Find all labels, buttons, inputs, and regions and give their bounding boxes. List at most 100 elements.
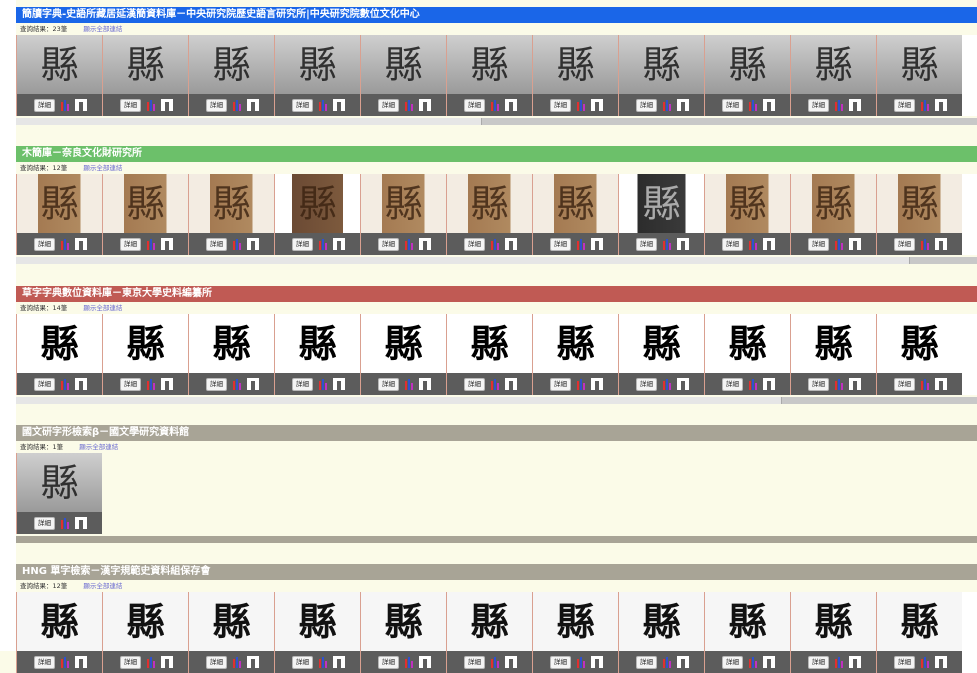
- color-bar-icon[interactable]: [749, 238, 757, 250]
- detail-button[interactable]: 詳細: [292, 237, 313, 251]
- detail-button[interactable]: 詳細: [464, 237, 485, 251]
- color-bar-icon[interactable]: [147, 378, 155, 390]
- detail-button[interactable]: 詳細: [206, 98, 227, 112]
- color-bar-icon[interactable]: [405, 656, 413, 668]
- result-tile[interactable]: 縣詳細: [274, 592, 360, 673]
- result-tile[interactable]: 縣詳細: [102, 314, 188, 395]
- result-tile[interactable]: 縣詳細: [876, 35, 962, 116]
- iiif-viewer-icon[interactable]: [935, 238, 947, 250]
- glyph-thumbnail[interactable]: 縣: [275, 592, 360, 651]
- detail-button[interactable]: 詳細: [722, 655, 743, 669]
- color-bar-icon[interactable]: [577, 656, 585, 668]
- iiif-viewer-icon[interactable]: [333, 238, 345, 250]
- color-bar-icon[interactable]: [921, 378, 929, 390]
- glyph-thumbnail[interactable]: 縣: [361, 35, 446, 94]
- glyph-thumbnail[interactable]: 縣: [189, 314, 274, 373]
- iiif-viewer-icon[interactable]: [161, 99, 173, 111]
- result-tile[interactable]: 縣詳細: [446, 592, 532, 673]
- iiif-viewer-icon[interactable]: [763, 378, 775, 390]
- glyph-thumbnail[interactable]: 縣: [189, 174, 274, 233]
- detail-button[interactable]: 詳細: [206, 237, 227, 251]
- detail-button[interactable]: 詳細: [550, 655, 571, 669]
- glyph-thumbnail[interactable]: 縣: [447, 35, 532, 94]
- detail-button[interactable]: 詳細: [120, 98, 141, 112]
- color-bar-icon[interactable]: [663, 378, 671, 390]
- glyph-thumbnail[interactable]: 縣: [705, 35, 790, 94]
- show-all-link[interactable]: 顯示全部連結: [83, 164, 122, 172]
- iiif-viewer-icon[interactable]: [247, 99, 259, 111]
- detail-button[interactable]: 詳細: [894, 655, 915, 669]
- result-tile[interactable]: 縣詳細: [16, 592, 102, 673]
- iiif-viewer-icon[interactable]: [75, 517, 87, 529]
- detail-button[interactable]: 詳細: [206, 655, 227, 669]
- glyph-thumbnail[interactable]: 縣: [877, 314, 962, 373]
- iiif-viewer-icon[interactable]: [677, 99, 689, 111]
- iiif-viewer-icon[interactable]: [505, 378, 517, 390]
- detail-button[interactable]: 詳細: [722, 98, 743, 112]
- color-bar-icon[interactable]: [835, 99, 843, 111]
- detail-button[interactable]: 詳細: [120, 377, 141, 391]
- color-bar-icon[interactable]: [577, 99, 585, 111]
- glyph-thumbnail[interactable]: 縣: [533, 592, 618, 651]
- result-tile[interactable]: 縣詳細: [188, 174, 274, 255]
- detail-button[interactable]: 詳細: [808, 655, 829, 669]
- glyph-thumbnail[interactable]: 縣: [17, 174, 102, 233]
- color-bar-icon[interactable]: [61, 238, 69, 250]
- result-tile[interactable]: 縣詳細: [876, 174, 962, 255]
- result-tile[interactable]: 縣詳細: [618, 174, 704, 255]
- color-bar-icon[interactable]: [319, 99, 327, 111]
- iiif-viewer-icon[interactable]: [677, 378, 689, 390]
- color-bar-icon[interactable]: [577, 238, 585, 250]
- iiif-viewer-icon[interactable]: [161, 656, 173, 668]
- result-tile[interactable]: 縣詳細: [790, 35, 876, 116]
- result-tile[interactable]: 縣詳細: [704, 314, 790, 395]
- result-tile[interactable]: 縣詳細: [360, 174, 446, 255]
- iiif-viewer-icon[interactable]: [333, 656, 345, 668]
- result-tile[interactable]: 縣詳細: [704, 592, 790, 673]
- glyph-thumbnail[interactable]: 縣: [275, 35, 360, 94]
- result-tile[interactable]: 縣詳細: [790, 592, 876, 673]
- detail-button[interactable]: 詳細: [120, 237, 141, 251]
- iiif-viewer-icon[interactable]: [763, 99, 775, 111]
- iiif-viewer-icon[interactable]: [75, 238, 87, 250]
- glyph-thumbnail[interactable]: 縣: [447, 174, 532, 233]
- detail-button[interactable]: 詳細: [378, 655, 399, 669]
- horizontal-scrollbar[interactable]: [16, 118, 977, 125]
- iiif-viewer-icon[interactable]: [247, 378, 259, 390]
- glyph-thumbnail[interactable]: 縣: [877, 592, 962, 651]
- glyph-thumbnail[interactable]: 縣: [361, 592, 446, 651]
- iiif-viewer-icon[interactable]: [75, 99, 87, 111]
- iiif-viewer-icon[interactable]: [591, 238, 603, 250]
- glyph-thumbnail[interactable]: 縣: [705, 174, 790, 233]
- detail-button[interactable]: 詳細: [378, 377, 399, 391]
- result-tile[interactable]: 縣詳細: [102, 174, 188, 255]
- result-tile[interactable]: 縣詳細: [102, 35, 188, 116]
- glyph-thumbnail[interactable]: 縣: [619, 174, 704, 233]
- iiif-viewer-icon[interactable]: [505, 99, 517, 111]
- color-bar-icon[interactable]: [921, 656, 929, 668]
- detail-button[interactable]: 詳細: [464, 98, 485, 112]
- result-tile[interactable]: 縣詳細: [16, 174, 102, 255]
- color-bar-icon[interactable]: [749, 656, 757, 668]
- color-bar-icon[interactable]: [61, 378, 69, 390]
- result-tile[interactable]: 縣詳細: [16, 453, 102, 534]
- color-bar-icon[interactable]: [577, 378, 585, 390]
- glyph-thumbnail[interactable]: 縣: [17, 314, 102, 373]
- iiif-viewer-icon[interactable]: [333, 378, 345, 390]
- result-tile[interactable]: 縣詳細: [274, 35, 360, 116]
- result-tile[interactable]: 縣詳細: [360, 314, 446, 395]
- scrollbar-thumb[interactable]: [16, 118, 482, 125]
- iiif-viewer-icon[interactable]: [935, 378, 947, 390]
- color-bar-icon[interactable]: [835, 656, 843, 668]
- detail-button[interactable]: 詳細: [636, 377, 657, 391]
- detail-button[interactable]: 詳細: [292, 377, 313, 391]
- color-bar-icon[interactable]: [663, 238, 671, 250]
- result-tile[interactable]: 縣詳細: [532, 35, 618, 116]
- result-tile[interactable]: 縣詳細: [876, 314, 962, 395]
- color-bar-icon[interactable]: [835, 238, 843, 250]
- result-tile[interactable]: 縣詳細: [102, 592, 188, 673]
- result-tile[interactable]: 縣詳細: [274, 174, 360, 255]
- glyph-thumbnail[interactable]: 縣: [447, 592, 532, 651]
- detail-button[interactable]: 詳細: [206, 377, 227, 391]
- result-tile[interactable]: 縣詳細: [274, 314, 360, 395]
